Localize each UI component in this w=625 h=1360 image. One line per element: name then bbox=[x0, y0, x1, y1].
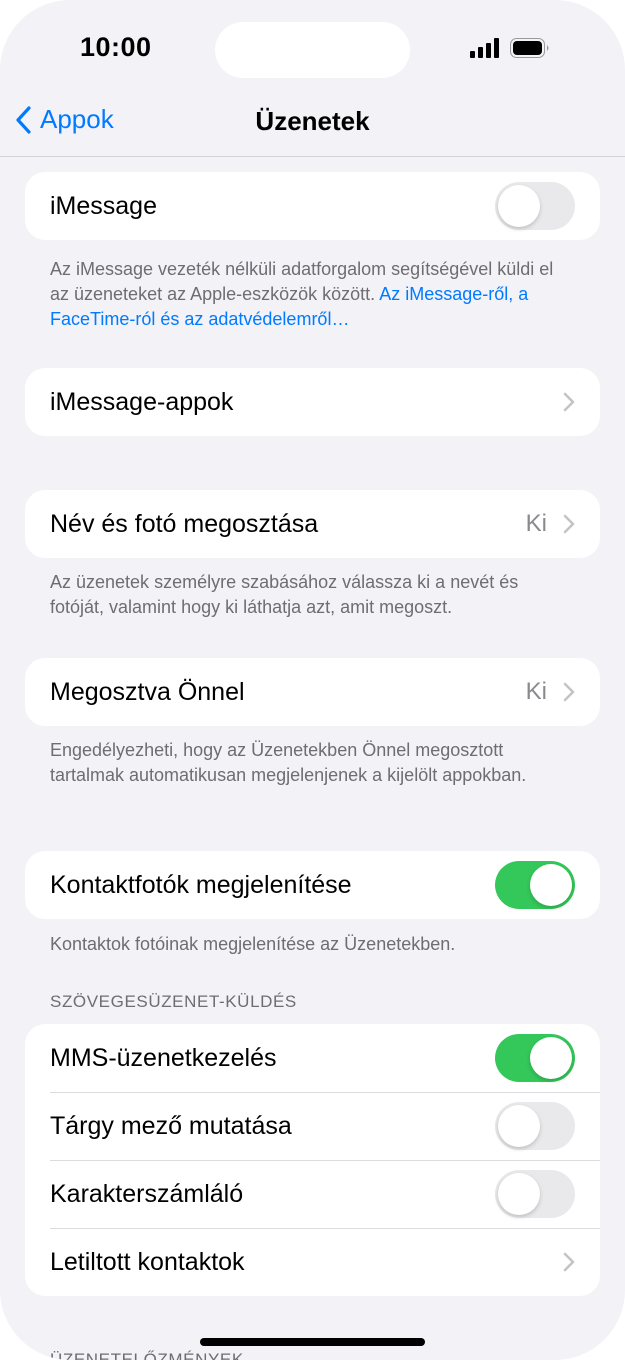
cellular-signal-icon bbox=[470, 38, 499, 58]
imessage-row[interactable]: iMessage bbox=[25, 172, 600, 240]
imessage-toggle[interactable] bbox=[495, 182, 575, 230]
name-photo-footnote: Az üzenetek személyre szabásához válassz… bbox=[50, 572, 519, 617]
chevron-right-icon bbox=[563, 514, 575, 534]
status-icons bbox=[470, 38, 550, 58]
character-count-row[interactable]: Karakterszámláló bbox=[25, 1160, 600, 1228]
name-photo-group: Név és fotó megosztása Ki bbox=[25, 490, 600, 558]
navigation-bar: Appok Üzenetek bbox=[0, 92, 625, 157]
contact-photos-footnote: Kontaktok fotóinak megjelenítése az Üzen… bbox=[50, 934, 456, 954]
subject-field-row[interactable]: Tárgy mező mutatása bbox=[25, 1092, 600, 1160]
imessage-group: iMessage bbox=[25, 172, 600, 240]
shared-with-you-row[interactable]: Megosztva Önnel Ki bbox=[25, 658, 600, 726]
sms-group: MMS-üzenetkezelés Tárgy mező mutatása Ka… bbox=[25, 1024, 600, 1296]
mms-messaging-row[interactable]: MMS-üzenetkezelés bbox=[25, 1024, 600, 1092]
blocked-contacts-row[interactable]: Letiltott kontaktok bbox=[25, 1228, 600, 1296]
status-time: 10:00 bbox=[80, 32, 152, 62]
character-count-toggle[interactable] bbox=[495, 1170, 575, 1218]
blocked-contacts-label: Letiltott kontaktok bbox=[50, 1247, 245, 1276]
chevron-right-icon bbox=[563, 1252, 575, 1272]
toggle-knob bbox=[530, 864, 572, 906]
imessage-apps-row[interactable]: iMessage-appok bbox=[25, 368, 600, 436]
subject-field-toggle[interactable] bbox=[495, 1102, 575, 1150]
mms-messaging-toggle[interactable] bbox=[495, 1034, 575, 1082]
chevron-right-icon bbox=[563, 392, 575, 412]
sms-section-header: SZÖVEGESÜZENET-KÜLDÉS bbox=[50, 992, 297, 1011]
imessage-label: iMessage bbox=[50, 191, 157, 220]
toggle-knob bbox=[498, 1173, 540, 1215]
shared-with-you-label: Megosztva Önnel bbox=[50, 677, 245, 706]
name-photo-row[interactable]: Név és fotó megosztása Ki bbox=[25, 490, 600, 558]
subject-field-label: Tárgy mező mutatása bbox=[50, 1111, 292, 1140]
mms-messaging-label: MMS-üzenetkezelés bbox=[50, 1043, 277, 1072]
phone-screen: 10:00 Appok Üzenetek iMessage Az iMessag… bbox=[0, 0, 625, 1360]
battery-icon bbox=[510, 38, 549, 58]
contact-photos-toggle[interactable] bbox=[495, 861, 575, 909]
imessage-footnote: Az iMessage vezeték nélküli adatforgalom… bbox=[50, 257, 570, 332]
imessage-apps-group: iMessage-appok bbox=[25, 368, 600, 436]
history-section-header: ÜZENETELŐZMÉNYEK bbox=[50, 1350, 244, 1360]
imessage-apps-label: iMessage-appok bbox=[50, 387, 234, 416]
character-count-label: Karakterszámláló bbox=[50, 1179, 244, 1208]
name-photo-value: Ki bbox=[525, 510, 547, 537]
home-indicator[interactable] bbox=[200, 1338, 425, 1346]
shared-with-you-value: Ki bbox=[525, 678, 547, 705]
name-photo-label: Név és fotó megosztása bbox=[50, 509, 319, 538]
dynamic-island bbox=[215, 22, 410, 78]
toggle-knob bbox=[498, 185, 540, 227]
status-bar: 10:00 bbox=[0, 0, 625, 90]
toggle-knob bbox=[498, 1105, 540, 1147]
contact-photos-group: Kontaktfotók megjelenítése bbox=[25, 851, 600, 919]
shared-with-you-footnote: Engedélyezheti, hogy az Üzenetekben Önne… bbox=[50, 740, 527, 785]
shared-with-you-group: Megosztva Önnel Ki bbox=[25, 658, 600, 726]
chevron-right-icon bbox=[563, 682, 575, 702]
contact-photos-row[interactable]: Kontaktfotók megjelenítése bbox=[25, 851, 600, 919]
page-title: Üzenetek bbox=[255, 106, 370, 136]
contact-photos-label: Kontaktfotók megjelenítése bbox=[50, 870, 352, 899]
toggle-knob bbox=[530, 1037, 572, 1079]
